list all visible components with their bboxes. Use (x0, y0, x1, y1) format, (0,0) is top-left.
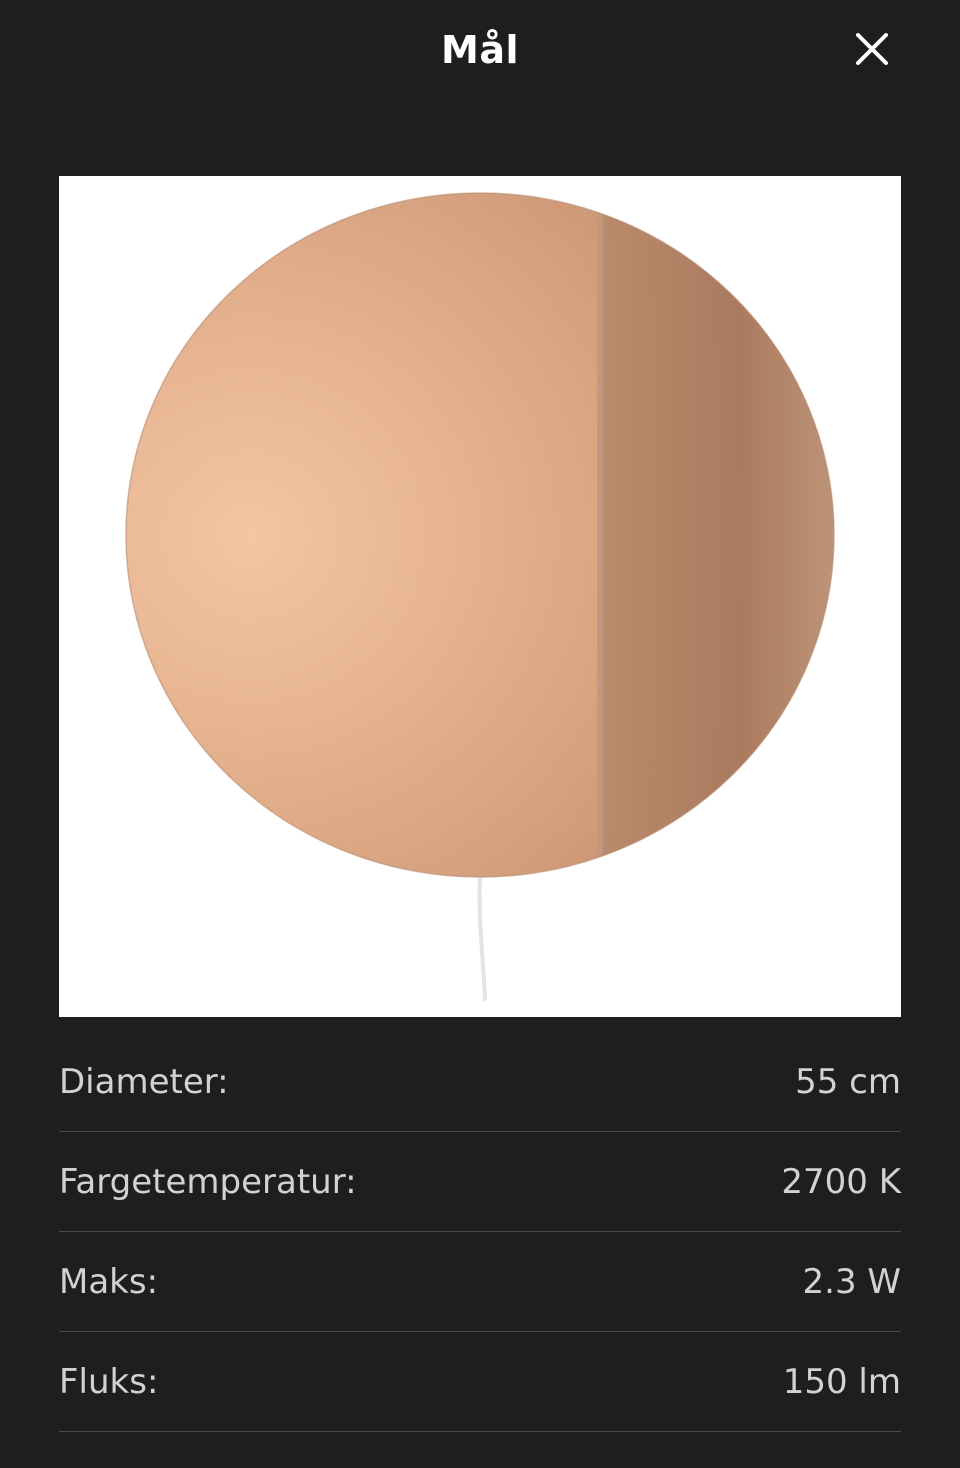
close-button[interactable] (842, 20, 902, 80)
spec-value: 55 cm (795, 1062, 901, 1102)
product-image (59, 176, 901, 1017)
spec-row-luminous-flux: Fluks: 150 lm (59, 1332, 901, 1432)
spec-label: Diameter: (59, 1062, 229, 1102)
modal-title: Mål (441, 28, 519, 72)
spec-label: Maks: (59, 1262, 159, 1302)
spec-label: Fargetemperatur: (59, 1162, 357, 1202)
spec-label: Fluks: (59, 1362, 159, 1402)
lamp-cord (477, 874, 487, 1001)
spec-value: 2.3 W (802, 1262, 902, 1302)
spec-row-diameter: Diameter: 55 cm (59, 1032, 901, 1132)
modal-header: Mål (0, 0, 960, 100)
spec-value: 150 lm (782, 1362, 901, 1402)
specs-list: Diameter: 55 cm Fargetemperatur: 2700 K … (59, 1032, 901, 1432)
close-icon (856, 33, 888, 65)
wall-lamp-illustration (125, 192, 835, 1001)
spec-row-color-temperature: Fargetemperatur: 2700 K (59, 1132, 901, 1232)
spec-row-max-power: Maks: 2.3 W (59, 1232, 901, 1332)
spec-value: 2700 K (781, 1162, 901, 1202)
